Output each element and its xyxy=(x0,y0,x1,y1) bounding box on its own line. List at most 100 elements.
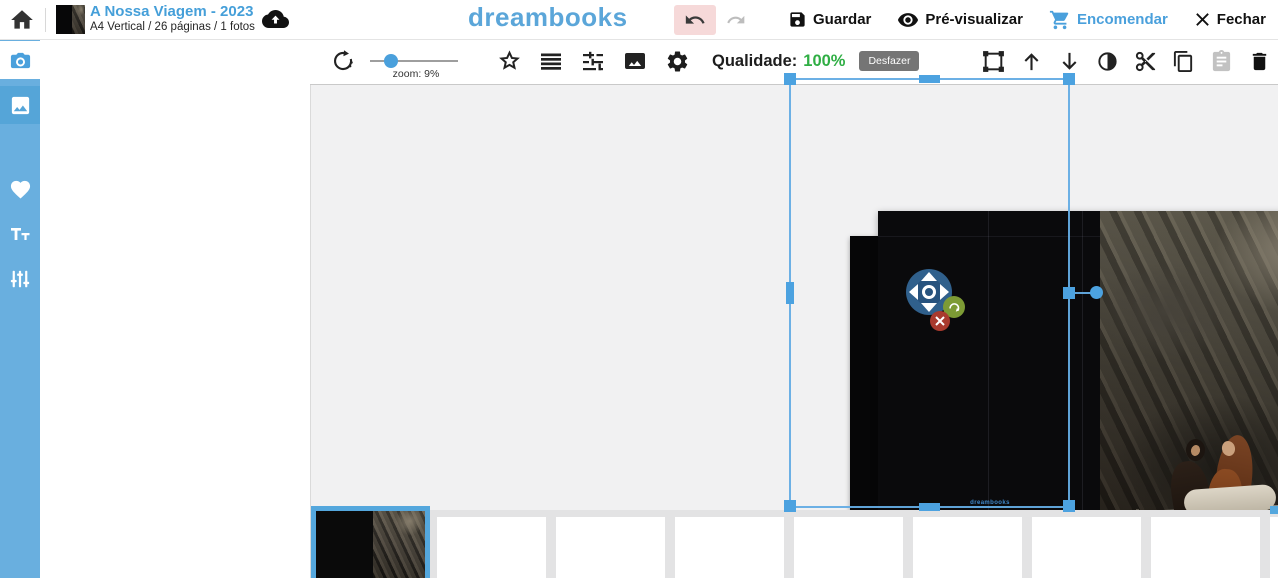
canvas-toolbar-left: zoom: 9% Qualidade: 100% Desfazer xyxy=(330,39,919,83)
cut-button[interactable] xyxy=(1132,48,1158,74)
undo-icon xyxy=(684,9,706,31)
preview-button[interactable]: Pré-visualizar xyxy=(897,9,1023,31)
spine-guide xyxy=(988,211,989,510)
save-label: Guardar xyxy=(813,11,871,28)
selection-handle-bottom-mid[interactable] xyxy=(919,503,940,511)
page-thumbnail-3[interactable] xyxy=(556,517,665,578)
crop-frame-icon xyxy=(981,49,1006,74)
tab-photos[interactable] xyxy=(0,41,40,79)
quality-value: 100% xyxy=(803,52,845,70)
page-thumbnail-cover-selected[interactable] xyxy=(311,506,430,578)
tab-text[interactable] xyxy=(0,215,40,253)
adjust-icon xyxy=(9,268,31,290)
camera-icon xyxy=(9,49,32,72)
editor-canvas: dreambooks xyxy=(310,84,1278,510)
dreambooks-logo: dreambooks xyxy=(468,2,618,33)
move-center-ring-icon xyxy=(922,285,936,299)
cover-photo[interactable] xyxy=(1100,211,1278,510)
rotate-button[interactable] xyxy=(330,48,356,74)
quality-label: Qualidade: xyxy=(712,52,797,70)
page-thumbnail-6[interactable] xyxy=(913,517,1022,578)
delete-photo-button[interactable] xyxy=(930,311,950,331)
selection-handle-right-mid[interactable] xyxy=(1063,287,1075,299)
crop-button[interactable] xyxy=(980,48,1006,74)
tab-layouts[interactable] xyxy=(0,86,40,124)
image-icon xyxy=(623,49,647,73)
cloud-upload-icon xyxy=(262,7,289,31)
selection-handle-top-right[interactable] xyxy=(1063,73,1075,85)
rotate-icon xyxy=(331,49,355,73)
selection-handle-bottom-left[interactable] xyxy=(784,500,796,512)
redo-button[interactable] xyxy=(716,5,756,35)
close-button[interactable]: Fechar xyxy=(1194,11,1266,28)
copy-icon xyxy=(1172,50,1195,73)
save-icon xyxy=(788,10,807,29)
zoom-label: zoom: 9% xyxy=(368,68,464,80)
image-icon xyxy=(9,94,32,117)
send-backward-button[interactable] xyxy=(1056,48,1082,74)
quality-indicator: Qualidade: 100% xyxy=(712,52,845,71)
home-icon xyxy=(9,7,35,33)
redo-icon xyxy=(726,10,746,30)
zoom-slider-knob[interactable] xyxy=(384,54,398,68)
arrow-up-icon xyxy=(1020,50,1043,73)
page-thumbnail-7[interactable] xyxy=(1032,517,1141,578)
undo-button[interactable] xyxy=(674,5,716,35)
top-bar-actions: Guardar Pré-visualizar Encomendar Fechar xyxy=(674,0,1266,39)
selection-handle-bottom-right[interactable] xyxy=(1063,500,1075,512)
contrast-icon xyxy=(1096,50,1119,73)
page-cover-photo xyxy=(373,511,425,578)
cover-mini-photo xyxy=(72,5,85,34)
layouts-button[interactable] xyxy=(538,48,564,74)
move-down-arrow-icon xyxy=(921,303,937,312)
rotate-photo-icon xyxy=(947,300,961,314)
text-adjust-button[interactable] xyxy=(580,48,606,74)
selection-handle-top-left[interactable] xyxy=(784,73,796,85)
close-label: Fechar xyxy=(1217,11,1266,28)
favorite-button[interactable] xyxy=(496,48,522,74)
image-fill-button[interactable] xyxy=(622,48,648,74)
tab-adjustments[interactable] xyxy=(0,260,40,298)
rotate-handle-knob[interactable] xyxy=(1090,286,1103,299)
project-title: A Nossa Viagem - 2023 xyxy=(90,3,253,20)
paste-icon xyxy=(1210,50,1233,73)
filters-button[interactable] xyxy=(1094,48,1120,74)
tab-favorites[interactable] xyxy=(0,170,40,208)
page-thumbnail-8[interactable] xyxy=(1151,517,1260,578)
trash-icon xyxy=(1248,50,1271,73)
scissors-icon xyxy=(1134,50,1157,73)
page-thumbnail-2[interactable] xyxy=(437,517,546,578)
text-icon xyxy=(8,222,32,246)
heart-icon xyxy=(9,178,32,201)
arrow-down-icon xyxy=(1058,50,1081,73)
home-button[interactable] xyxy=(9,7,35,33)
project-cover-thumbnail xyxy=(56,5,85,34)
copy-button[interactable] xyxy=(1170,48,1196,74)
bring-forward-button[interactable] xyxy=(1018,48,1044,74)
page-thumbnail-5[interactable] xyxy=(794,517,903,578)
strip-scroll-nub[interactable] xyxy=(1270,506,1278,514)
canvas-toolbar-right xyxy=(980,39,1272,83)
save-button[interactable]: Guardar xyxy=(788,10,871,29)
gear-icon xyxy=(665,49,690,74)
project-meta: A4 Vertical / 26 páginas / 1 fotos xyxy=(90,21,255,33)
order-button[interactable]: Encomendar xyxy=(1049,9,1168,31)
selection-handle-top-mid[interactable] xyxy=(919,75,940,83)
paste-button[interactable] xyxy=(1208,48,1234,74)
favorite-star-icon xyxy=(497,49,522,74)
order-label: Encomendar xyxy=(1077,11,1168,28)
photobook-editor: A Nossa Viagem - 2023 A4 Vertical / 26 p… xyxy=(0,0,1278,578)
move-up-arrow-icon xyxy=(921,272,937,281)
tool-rail xyxy=(0,39,40,578)
zoom-slider: zoom: 9% xyxy=(368,39,464,83)
text-adjust-icon xyxy=(581,49,605,73)
rotate-handle-arm xyxy=(1075,292,1091,294)
page-thumbnail-9[interactable] xyxy=(1270,517,1278,578)
selection-handle-left-mid[interactable] xyxy=(786,282,794,304)
undo-tooltip: Desfazer xyxy=(859,51,919,71)
page-thumbnail-4[interactable] xyxy=(675,517,784,578)
settings-button[interactable] xyxy=(664,48,690,74)
eye-icon xyxy=(897,9,919,31)
photos-panel xyxy=(40,39,311,578)
delete-button[interactable] xyxy=(1246,48,1272,74)
